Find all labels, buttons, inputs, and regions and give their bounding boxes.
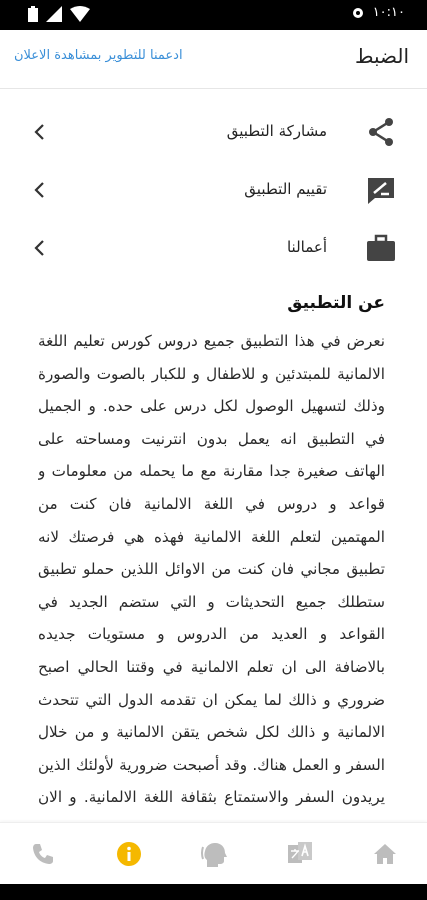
signal-icon — [46, 6, 62, 22]
page-title: الضبط — [354, 44, 409, 68]
status-icons — [28, 6, 90, 22]
menu-item-our-apps[interactable]: أعمالنا — [0, 220, 427, 276]
about-body-text: نعرض في هذا التطبيق جميع دروس كورس تعليم… — [38, 332, 385, 822]
wifi-icon — [70, 6, 90, 22]
battery-icon — [28, 6, 38, 22]
nav-translate[interactable] — [285, 839, 315, 869]
home-icon — [374, 844, 396, 864]
status-right: ١٠:١٠ — [351, 5, 405, 20]
menu-item-label: مشاركة التطبيق — [226, 122, 327, 140]
briefcase-icon — [367, 234, 395, 261]
chevron-left-icon — [34, 240, 44, 256]
nav-info[interactable] — [114, 839, 144, 869]
settings-gear-icon — [352, 7, 363, 18]
nav-speaking[interactable] — [200, 839, 230, 869]
bottom-nav — [0, 822, 427, 885]
info-icon — [117, 842, 141, 866]
nav-phone[interactable] — [28, 839, 58, 869]
menu-item-label: أعمالنا — [286, 238, 327, 256]
about-title: عن التطبيق — [287, 293, 385, 313]
translate-icon — [288, 842, 312, 863]
status-bar: ١٠:١٠ — [0, 0, 427, 30]
menu-item-share[interactable]: مشاركة التطبيق — [0, 104, 427, 160]
menu-item-rate[interactable]: تقييم التطبيق — [0, 162, 427, 218]
support-ad-link[interactable]: ادعمنا للتطوير بمشاهدة الاعلان — [14, 48, 183, 63]
app-bar: ادعمنا للتطوير بمشاهدة الاعلان الضبط — [0, 30, 427, 89]
share-icon — [369, 118, 393, 146]
rate-icon — [368, 178, 394, 204]
speaking-icon — [201, 843, 227, 867]
phone-icon — [33, 844, 53, 864]
menu-item-label: تقييم التطبيق — [244, 180, 327, 198]
nav-home[interactable] — [370, 839, 400, 869]
chevron-left-icon — [34, 182, 44, 198]
chevron-left-icon — [34, 124, 44, 140]
status-time: ١٠:١٠ — [372, 5, 405, 20]
system-nav-bar — [0, 884, 427, 900]
